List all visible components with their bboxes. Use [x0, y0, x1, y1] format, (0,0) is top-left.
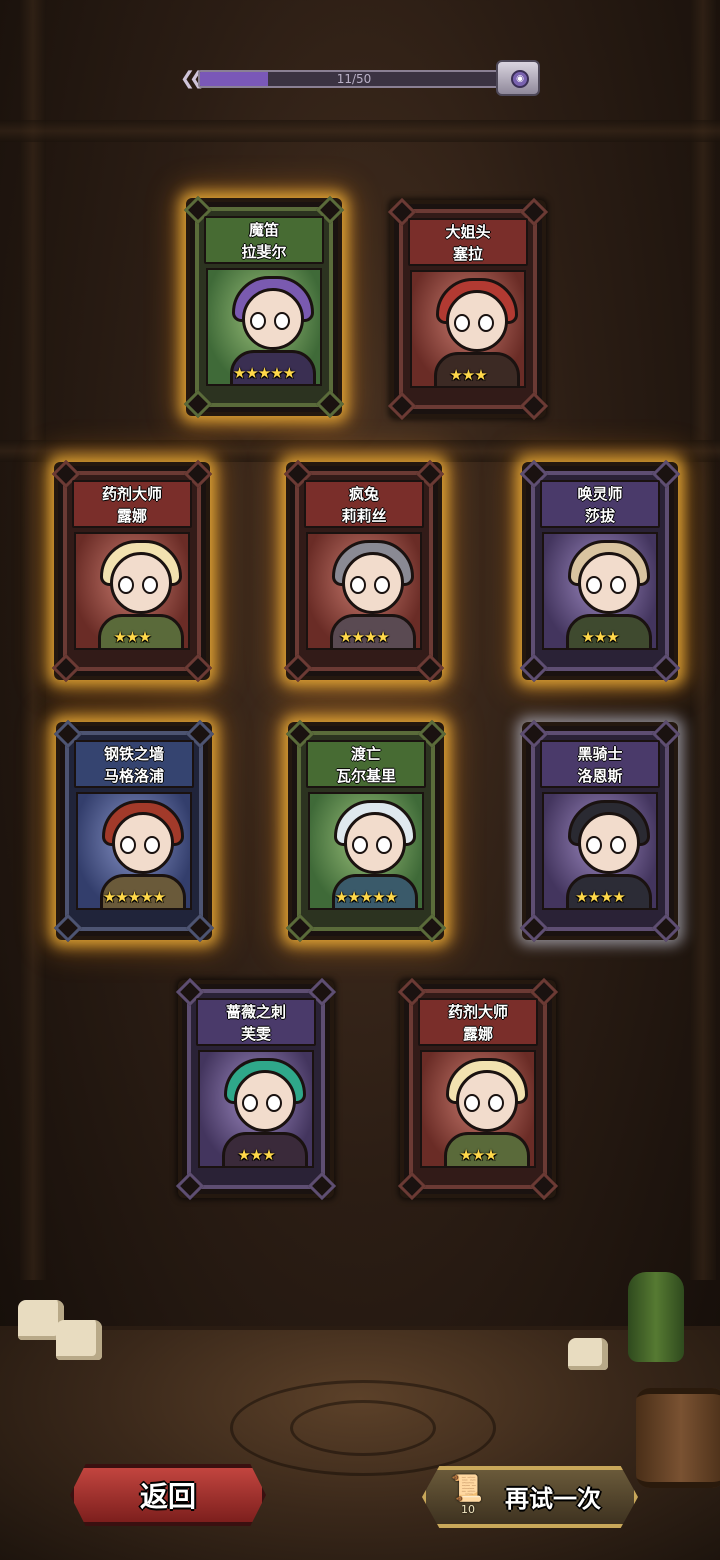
background-beam [0, 440, 720, 462]
hero-eye [274, 312, 290, 330]
hero-eye [142, 576, 158, 594]
hero-title-banner: 黑骑士 洛恩斯 [540, 740, 660, 788]
hero-eye [586, 576, 602, 594]
hero-epithet: 药剂大师 [447, 1003, 508, 1021]
hero-name: 芙雯 [240, 1025, 271, 1043]
hero-eye [374, 576, 390, 594]
hero-eye [144, 836, 160, 854]
hero-eye [376, 836, 392, 854]
hero-card[interactable]: 疯兔莉莉丝 ★★★★ [283, 459, 445, 683]
hero-name: 莉莉丝 [341, 507, 387, 525]
hero-name: 马格洛浦 [103, 767, 164, 785]
hero-epithet: 黑骑士 [577, 745, 623, 763]
hero-eye [350, 576, 366, 594]
hero-card[interactable]: 魔笛拉斐尔 ★★★★★ [183, 195, 345, 419]
progress-track: 11/50 [198, 70, 510, 88]
summon-progress-bar: ❮❮ 11/50 ◉ [180, 60, 540, 96]
hero-epithet: 渡亡 [350, 745, 381, 763]
star-rating: ★★★★★ [334, 888, 398, 906]
retry-cost: 10 [461, 1503, 475, 1516]
hero-name: 洛恩斯 [577, 767, 623, 785]
background-pillar [690, 0, 716, 1280]
star-rating: ★★★★★ [232, 364, 296, 382]
hero-eye [488, 1094, 504, 1112]
hero-title-banner: 大姐头 塞拉 [408, 218, 528, 266]
hero-title-banner: 魔笛 拉斐尔 [204, 216, 324, 264]
hero-eye [478, 314, 494, 332]
hero-title-banner: 钢铁之墙 马格洛浦 [74, 740, 194, 788]
progress-text: 11/50 [336, 72, 372, 86]
hero-eye [586, 836, 602, 854]
hero-eye [610, 576, 626, 594]
star-rating: ★★★ [237, 1146, 275, 1164]
star-rating: ★★★★ [575, 888, 626, 906]
star-rating: ★★★★ [339, 628, 390, 646]
hero-epithet: 钢铁之墙 [103, 745, 164, 763]
candle-decoration [568, 1338, 608, 1370]
star-rating: ★★★ [459, 1146, 497, 1164]
hero-title-banner: 蔷薇之刺 芙雯 [196, 998, 316, 1046]
hero-name: 瓦尔基里 [335, 767, 396, 785]
hero-epithet: 唤灵师 [577, 485, 623, 503]
hero-title-banner: 渡亡 瓦尔基里 [306, 740, 426, 788]
hero-eye [266, 1094, 282, 1112]
hero-card[interactable]: 药剂大师露娜 ★★★ [397, 977, 559, 1201]
hero-eye [464, 1094, 480, 1112]
star-rating: ★★★ [449, 366, 487, 384]
hero-epithet: 药剂大师 [101, 485, 162, 503]
hero-card[interactable]: 大姐头塞拉 ★★★ [387, 197, 549, 421]
star-rating: ★★★ [113, 628, 151, 646]
hero-eye [454, 314, 470, 332]
hero-eye [610, 836, 626, 854]
star-rating: ★★★★★ [102, 888, 166, 906]
hero-title-banner: 药剂大师 露娜 [72, 480, 192, 528]
hero-name: 拉斐尔 [241, 243, 287, 261]
hero-eye [118, 576, 134, 594]
hero-name: 露娜 [116, 507, 147, 525]
hero-epithet: 大姐头 [445, 223, 491, 241]
barrel-decoration [636, 1388, 720, 1488]
hero-card[interactable]: 渡亡瓦尔基里 ★★★★★ [285, 719, 447, 943]
hero-eye [120, 836, 136, 854]
hero-epithet: 魔笛 [248, 221, 279, 239]
star-rating: ★★★ [581, 628, 619, 646]
hero-card[interactable]: 唤灵师莎拔 ★★★ [519, 459, 681, 683]
hero-title-banner: 疯兔 莉莉丝 [304, 480, 424, 528]
background-pillar [20, 0, 46, 1280]
bottle-decoration [628, 1272, 684, 1362]
hero-card[interactable]: 黑骑士洛恩斯 ★★★★ [519, 719, 681, 943]
hero-eye [242, 1094, 258, 1112]
hero-eye [352, 836, 368, 854]
hero-title-banner: 唤灵师 莎拔 [540, 480, 660, 528]
hero-name: 塞拉 [452, 245, 483, 263]
hero-epithet: 蔷薇之刺 [225, 1003, 286, 1021]
hero-card[interactable]: 药剂大师露娜 ★★★ [51, 459, 213, 683]
treasure-chest-icon[interactable]: ◉ [496, 60, 540, 96]
table-rune-circle-inner [290, 1400, 436, 1456]
hero-name: 莎拔 [584, 507, 615, 525]
chest-lock-icon: ◉ [511, 70, 529, 88]
back-button[interactable]: 返回 [70, 1464, 266, 1526]
candle-decoration [56, 1320, 102, 1360]
hero-eye [250, 312, 266, 330]
hero-name: 露娜 [462, 1025, 493, 1043]
hero-card[interactable]: 蔷薇之刺芙雯 ★★★ [175, 977, 337, 1201]
hero-epithet: 疯兔 [348, 485, 379, 503]
hero-card[interactable]: 钢铁之墙马格洛浦 ★★★★★ [53, 719, 215, 943]
summon-scroll-icon: 📜 [450, 1474, 484, 1504]
hero-title-banner: 药剂大师 露娜 [418, 998, 538, 1046]
background-beam [0, 120, 720, 142]
